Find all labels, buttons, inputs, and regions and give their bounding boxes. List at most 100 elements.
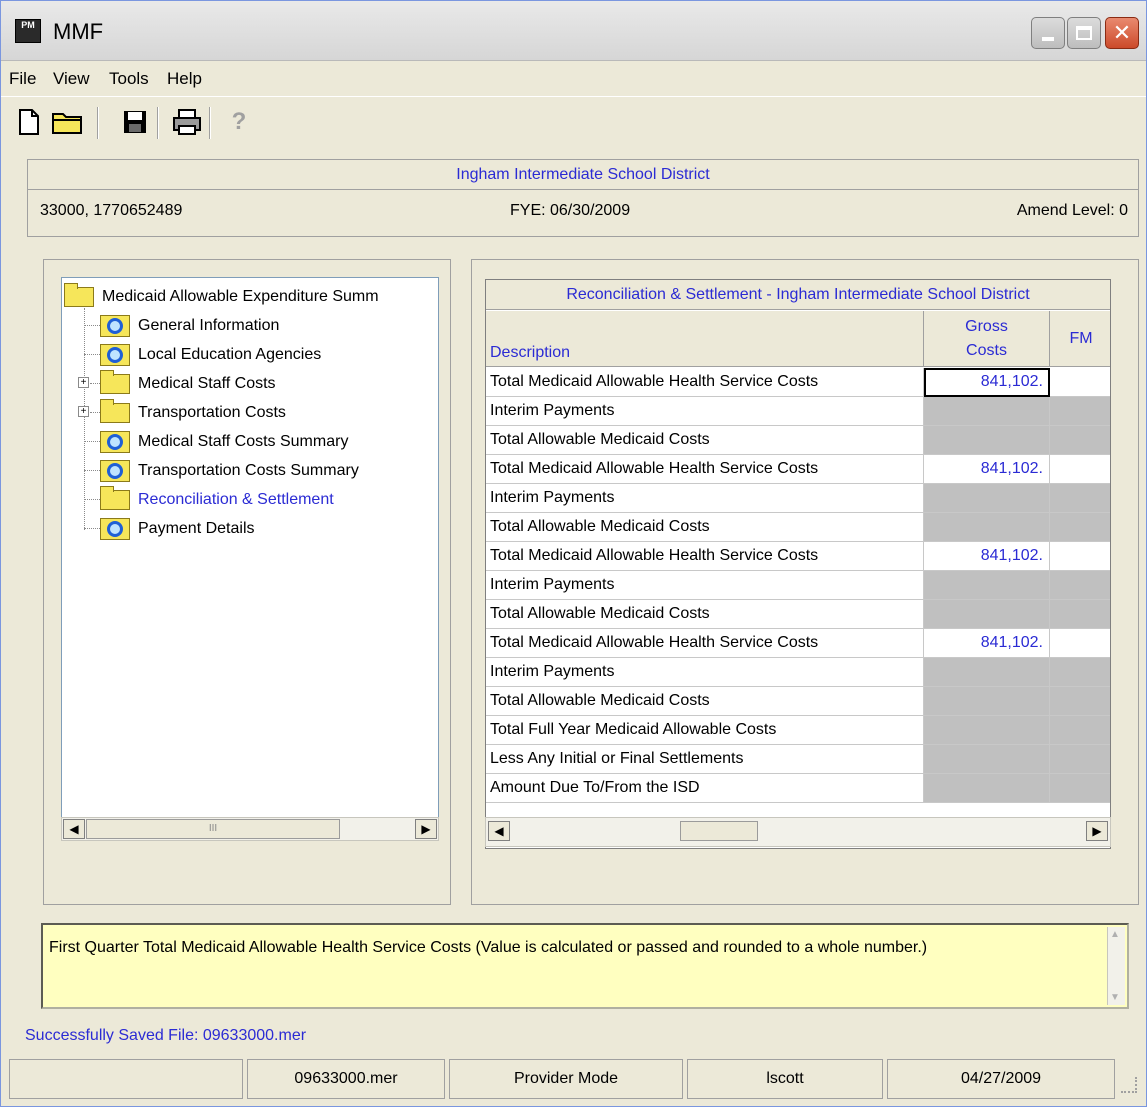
maximize-button[interactable] — [1067, 17, 1101, 49]
tree-connector — [84, 354, 100, 355]
open-folder-icon — [52, 113, 82, 134]
grid-cell-gross-costs[interactable] — [924, 687, 1050, 716]
column-header-fm[interactable]: FM — [1050, 311, 1110, 367]
toolbar-separator — [97, 107, 99, 139]
column-header-gross-costs[interactable]: Gross Costs — [924, 311, 1050, 367]
navigation-tree[interactable]: + + Medicaid Allowable Expenditure Summ … — [61, 277, 439, 837]
status-bar: 09633000.mer Provider Mode lscott 04/27/… — [9, 1059, 1139, 1099]
grid-cell-description[interactable]: Interim Payments — [486, 571, 924, 600]
grid-cell-gross-costs[interactable] — [924, 774, 1050, 803]
grid-cell-gross-costs[interactable] — [924, 484, 1050, 513]
grid-cell-description[interactable]: Interim Payments — [486, 484, 924, 513]
grid-cell-fm[interactable] — [1050, 455, 1110, 484]
grid-cell-description[interactable]: Total Medicaid Allowable Health Service … — [486, 455, 924, 484]
open-file-button[interactable] — [51, 105, 83, 139]
new-file-button[interactable] — [13, 105, 45, 139]
print-button[interactable] — [171, 105, 203, 139]
grid-cell-description[interactable]: Total Allowable Medicaid Costs — [486, 513, 924, 542]
grid-cell-description[interactable]: Interim Payments — [486, 658, 924, 687]
scroll-left-icon[interactable]: ◀ — [63, 819, 85, 839]
save-button[interactable] — [119, 105, 151, 139]
scroll-thumb[interactable] — [680, 821, 758, 841]
tree-item-label: Medical Staff Costs Summary — [138, 433, 349, 450]
tree-item-payment-details[interactable]: Payment Details — [100, 517, 255, 541]
help-button[interactable]: ? — [223, 105, 255, 139]
grid-cell-description[interactable]: Amount Due To/From the ISD — [486, 774, 924, 803]
grid-cell-gross-costs[interactable] — [924, 513, 1050, 542]
grid-cell-description[interactable]: Less Any Initial or Final Settlements — [486, 745, 924, 774]
scroll-thumb[interactable]: III — [86, 819, 340, 839]
grid-cell-gross-costs[interactable]: 841,102. — [924, 368, 1050, 397]
grid-cell-description[interactable]: Total Allowable Medicaid Costs — [486, 600, 924, 629]
tree-item-transportation-costs-summary[interactable]: Transportation Costs Summary — [100, 459, 359, 483]
tree-item-reconciliation-settlement[interactable]: Reconciliation & Settlement — [100, 486, 334, 512]
status-file-name: 09633000.mer — [247, 1059, 445, 1099]
tree-item-root[interactable]: Medicaid Allowable Expenditure Summ — [64, 283, 379, 309]
grid-cell-description[interactable]: Total Medicaid Allowable Health Service … — [486, 368, 924, 397]
grid-cell-description[interactable]: Total Allowable Medicaid Costs — [486, 687, 924, 716]
grid-cell-gross-costs[interactable] — [924, 745, 1050, 774]
grid-cell-fm[interactable] — [1050, 397, 1110, 426]
grid-cell-fm[interactable] — [1050, 658, 1110, 687]
grid-cell-fm[interactable] — [1050, 774, 1110, 803]
grid-cell-gross-costs[interactable]: 841,102. — [924, 542, 1050, 571]
grid-cell-fm[interactable] — [1050, 687, 1110, 716]
grid-cell-gross-costs[interactable] — [924, 658, 1050, 687]
tree-item-label: Local Education Agencies — [138, 346, 322, 363]
status-date: 04/27/2009 — [887, 1059, 1115, 1099]
tree-item-medical-staff-costs[interactable]: Medical Staff Costs — [100, 370, 276, 396]
scroll-right-icon[interactable]: ▶ — [1086, 821, 1108, 841]
grid-cell-fm[interactable] — [1050, 745, 1110, 774]
district-header: Ingham Intermediate School District 3300… — [27, 159, 1139, 237]
grid-cell-gross-costs[interactable]: 841,102. — [924, 455, 1050, 484]
grid-cell-fm[interactable] — [1050, 716, 1110, 745]
grid-cell-description[interactable]: Interim Payments — [486, 397, 924, 426]
grid-cell-gross-costs[interactable] — [924, 716, 1050, 745]
tree-item-general-information[interactable]: General Information — [100, 314, 279, 338]
tree-connector — [84, 528, 100, 529]
grid-cell-gross-costs[interactable] — [924, 600, 1050, 629]
grid-cell-description[interactable]: Total Full Year Medicaid Allowable Costs — [486, 716, 924, 745]
grid-cell-fm[interactable] — [1050, 600, 1110, 629]
grid-cell-gross-costs[interactable] — [924, 397, 1050, 426]
tree-item-medical-staff-costs-summary[interactable]: Medical Staff Costs Summary — [100, 430, 348, 454]
scroll-down-icon[interactable]: ▼ — [1110, 992, 1120, 1003]
maximize-icon — [1076, 26, 1092, 40]
settlement-grid[interactable]: Reconciliation & Settlement - Ingham Int… — [485, 279, 1111, 849]
close-button[interactable]: ✕ — [1105, 17, 1139, 49]
grid-cell-description[interactable]: Total Medicaid Allowable Health Service … — [486, 629, 924, 658]
grid-horizontal-scrollbar[interactable]: ◀ ▶ — [485, 817, 1111, 847]
tree-item-transportation-costs[interactable]: Transportation Costs — [100, 399, 286, 425]
help-icon: ? — [231, 108, 247, 135]
vertical-scrollbar[interactable]: ▲ ▼ — [1107, 927, 1125, 1005]
search-doc-icon — [100, 431, 130, 453]
grid-cell-fm[interactable] — [1050, 484, 1110, 513]
grid-cell-gross-costs[interactable]: 841,102. — [924, 629, 1050, 658]
column-header-description[interactable]: Description — [486, 311, 924, 367]
minimize-button[interactable] — [1031, 17, 1065, 49]
grid-cell-gross-costs[interactable] — [924, 571, 1050, 600]
grid-cell-fm[interactable] — [1050, 426, 1110, 455]
scroll-up-icon[interactable]: ▲ — [1110, 929, 1120, 940]
title-bar[interactable]: PM MMF ✕ — [1, 1, 1146, 61]
scroll-right-icon[interactable]: ▶ — [415, 819, 437, 839]
grid-cell-fm[interactable] — [1050, 542, 1110, 571]
menu-help[interactable]: Help — [167, 69, 202, 89]
menu-tools[interactable]: Tools — [109, 69, 149, 89]
grid-cell-gross-costs[interactable] — [924, 426, 1050, 455]
expand-icon[interactable]: + — [78, 406, 89, 417]
grid-cell-description[interactable]: Total Medicaid Allowable Health Service … — [486, 542, 924, 571]
grid-cell-fm[interactable] — [1050, 571, 1110, 600]
expand-icon[interactable]: + — [78, 377, 89, 388]
tree-item-label: Medicaid Allowable Expenditure Summ — [102, 288, 379, 305]
menu-view[interactable]: View — [53, 69, 90, 89]
menu-file[interactable]: File — [9, 69, 36, 89]
scroll-left-icon[interactable]: ◀ — [488, 821, 510, 841]
tree-item-local-education-agencies[interactable]: Local Education Agencies — [100, 343, 321, 367]
grid-cell-fm[interactable] — [1050, 629, 1110, 658]
tree-horizontal-scrollbar[interactable]: ◀ III ▶ — [61, 817, 439, 841]
grid-cell-fm[interactable] — [1050, 513, 1110, 542]
resize-grip-icon[interactable] — [1121, 1077, 1137, 1093]
grid-cell-description[interactable]: Total Allowable Medicaid Costs — [486, 426, 924, 455]
grid-cell-fm[interactable] — [1050, 368, 1110, 397]
